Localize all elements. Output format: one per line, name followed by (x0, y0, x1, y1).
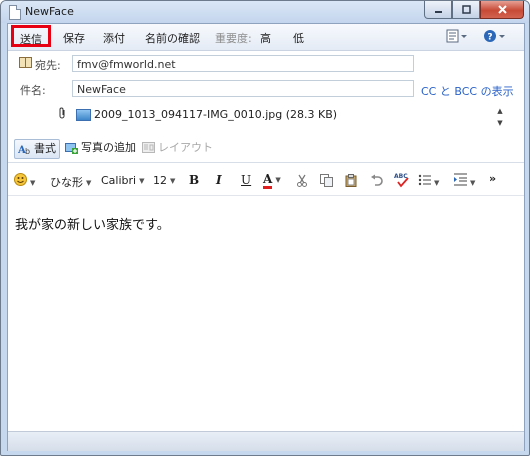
spell-check-icon[interactable]: ABC (394, 172, 410, 188)
close-button[interactable] (480, 1, 524, 19)
chevron-down-icon: ▼ (434, 179, 440, 187)
format-button[interactable]: A b 書式 (14, 139, 60, 159)
image-file-icon (76, 109, 91, 121)
chevron-down-icon: ▼ (86, 179, 92, 187)
status-bar (8, 431, 524, 451)
message-body[interactable]: 我が家の新しい家族です。 (8, 196, 524, 436)
svg-text:?: ? (487, 33, 492, 43)
subject-label: 件名: (20, 84, 46, 97)
command-bar: 送信 保存 添付 名前の確認 重要度: 高 低 ? (8, 24, 524, 51)
attachment-item[interactable]: 2009_1013_094117-IMG_0010.jpg (28.3 KB) (94, 108, 337, 121)
more-options-button[interactable]: » (489, 172, 496, 185)
layout-button: レイアウト (142, 139, 213, 157)
priority-low-button[interactable]: 低 (293, 30, 304, 46)
send-button[interactable]: 送信 (20, 31, 42, 47)
chevron-down-icon: ▼ (30, 179, 36, 187)
bold-button[interactable]: B (189, 173, 199, 187)
layout-label: レイアウト (158, 141, 213, 154)
to-label: 宛先: (35, 59, 61, 72)
attachment-list: 2009_1013_094117-IMG_0010.jpg (28.3 KB) (74, 105, 496, 129)
title-bar: NewFace (1, 1, 529, 23)
layout-icon (142, 142, 155, 153)
help-icon: ? (484, 30, 505, 43)
bullets-button[interactable]: ▼ (418, 173, 439, 189)
subject-field[interactable]: NewFace (72, 80, 414, 97)
check-names-button[interactable]: 名前の確認 (145, 30, 200, 46)
priority-label: 重要度: (215, 32, 252, 45)
add-photo-label: 写真の追加 (81, 141, 136, 154)
chevron-down-icon: ▼ (170, 177, 176, 185)
window-title: NewFace (25, 5, 74, 18)
insert-toolbar: A b 書式 写真の追加 レイアウト (8, 134, 524, 163)
attach-button[interactable]: 添付 (103, 30, 125, 46)
emoticon-button[interactable]: ▼ (14, 173, 35, 189)
indent-icon (454, 173, 467, 186)
format-icon: A b (18, 145, 30, 155)
font-family-value: Calibri (101, 174, 137, 187)
maximize-button[interactable] (452, 1, 480, 19)
chevron-down-icon: ▼ (275, 176, 281, 184)
minimize-button[interactable] (424, 1, 452, 19)
font-size-value: 12 (153, 174, 167, 187)
attachment-scrollbar[interactable]: ▲ ▼ (494, 105, 506, 129)
menu-icon (446, 29, 467, 43)
font-color-label: A (263, 172, 273, 189)
window-controls (424, 1, 524, 19)
bullet-list-icon (418, 174, 431, 186)
priority-high-button[interactable]: 高 (260, 30, 271, 46)
message-body-text[interactable]: 我が家の新しい家族です。 (15, 214, 170, 233)
scroll-down-icon[interactable]: ▼ (494, 117, 506, 129)
indent-button[interactable]: ▼ (454, 173, 475, 189)
close-icon (497, 5, 507, 14)
add-photo-icon (65, 143, 78, 154)
cut-icon[interactable] (296, 174, 308, 187)
to-field[interactable]: fmv@fmworld.net (72, 55, 414, 72)
paste-icon[interactable] (345, 174, 358, 187)
italic-button[interactable]: I (216, 173, 222, 187)
compose-area: 送信 保存 添付 名前の確認 重要度: 高 低 ? 宛先: fmv@fmworl… (7, 23, 525, 451)
font-size-dropdown[interactable]: 12 ▼ (153, 174, 175, 187)
format-toolbar: ▼ ひな形 ▼ Calibri ▼ 12 ▼ B I U A ▼ ABC ▼ ▼… (8, 167, 524, 196)
font-family-dropdown[interactable]: Calibri ▼ (101, 174, 145, 187)
smiley-icon (14, 173, 27, 186)
menu-options-button[interactable] (446, 29, 468, 46)
minimize-icon (434, 11, 442, 13)
address-book-icon[interactable] (19, 57, 32, 68)
show-cc-bcc-link[interactable]: CC と BCC の表示 (421, 83, 514, 99)
mail-window: NewFace 送信 保存 添付 名前の確認 重要度: 高 低 ? 宛先: fm… (0, 0, 530, 456)
maximize-icon (461, 5, 471, 14)
paperclip-icon (59, 107, 65, 119)
format-label: 書式 (34, 142, 56, 155)
scroll-up-icon[interactable]: ▲ (494, 105, 506, 117)
svg-text:b: b (25, 147, 30, 155)
send-button-highlight[interactable]: 送信 (11, 25, 51, 47)
underline-button[interactable]: U (241, 173, 251, 187)
chevron-down-icon: ▼ (470, 179, 476, 187)
undo-icon[interactable] (370, 174, 383, 187)
copy-icon[interactable] (320, 174, 333, 187)
font-color-button[interactable]: A ▼ (263, 172, 281, 189)
help-button[interactable]: ? (483, 29, 507, 46)
document-icon (9, 5, 21, 20)
add-photo-button[interactable]: 写真の追加 (65, 139, 136, 157)
chevron-down-icon: ▼ (139, 177, 145, 185)
stationery-dropdown[interactable]: ひな形 ▼ (50, 174, 91, 190)
stationery-label: ひな形 (50, 176, 83, 189)
save-button[interactable]: 保存 (63, 30, 85, 46)
